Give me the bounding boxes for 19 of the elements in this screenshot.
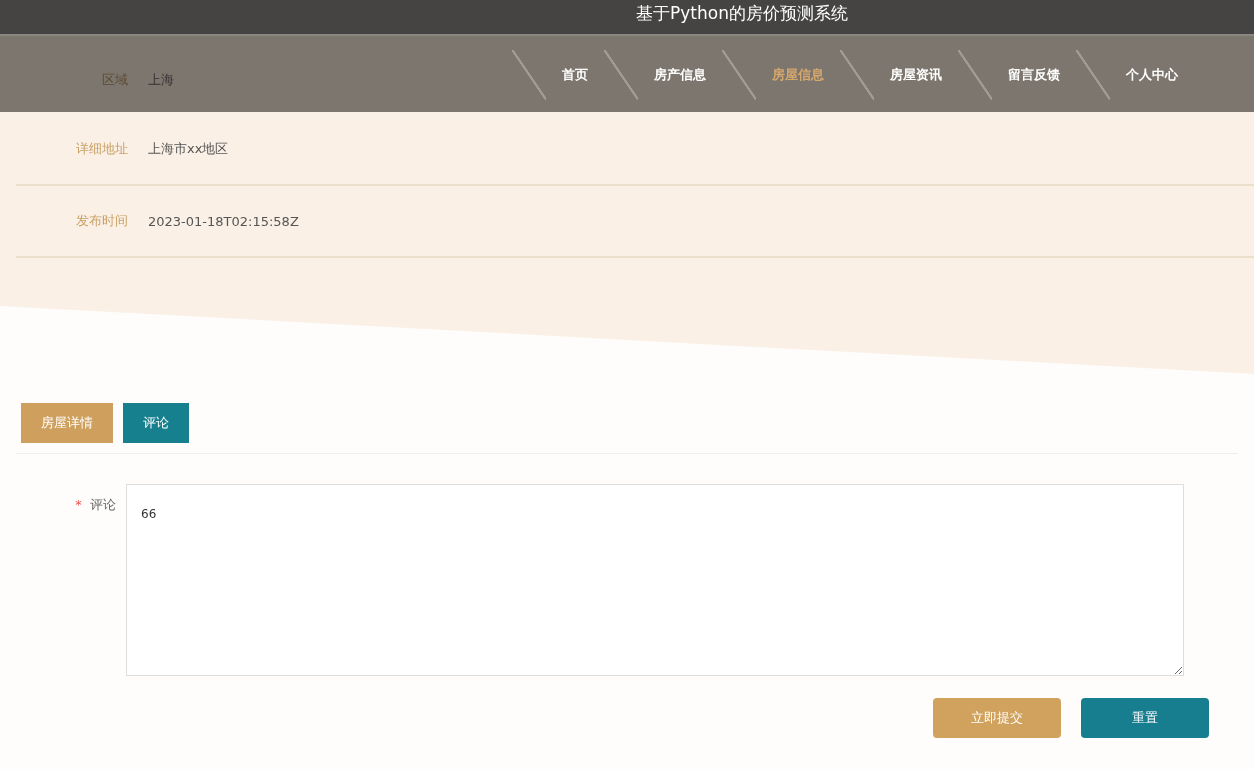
nav-link[interactable]: 留言反馈 [1008, 66, 1060, 84]
nav-link[interactable]: 房产信息 [654, 66, 706, 84]
detail-label: 发布时间 [75, 212, 128, 230]
nav-link[interactable]: 首页 [562, 66, 588, 84]
detail-value: 上海 [148, 71, 174, 89]
tab[interactable]: 评论 [123, 403, 189, 443]
field-label: 评论 [90, 497, 116, 512]
reset-button[interactable]: 重置 [1081, 698, 1209, 738]
detail-value: 上海市xx地区 [148, 140, 229, 158]
nav-link[interactable]: 房屋资讯 [890, 66, 942, 84]
required-mark: * [75, 497, 82, 512]
submit-button[interactable]: 立即提交 [933, 698, 1061, 738]
nav-link[interactable]: 个人中心 [1126, 66, 1178, 84]
detail-label: 区域 [101, 71, 128, 89]
detail-label: 详细地址 [75, 140, 128, 158]
comment-field[interactable]: 66 [126, 484, 1184, 676]
detail-value: 2023-01-18T02:15:58Z [148, 213, 299, 229]
tab[interactable]: 房屋详情 [21, 403, 113, 443]
site-title: 基于Python的房价预测系统 [636, 2, 848, 25]
